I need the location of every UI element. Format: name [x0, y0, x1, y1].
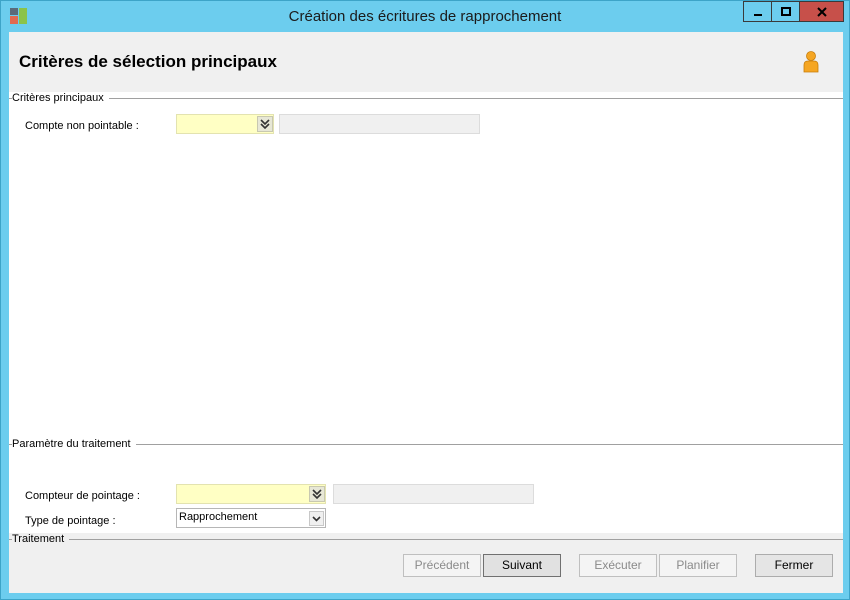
page-title: Critères de sélection principaux [19, 52, 277, 71]
type-select-value: Rapprochement [179, 511, 258, 523]
criteria-group-label: Critères principaux [12, 92, 109, 104]
title-bar[interactable]: Création des écritures de rapprochement [1, 1, 849, 31]
minimize-icon [753, 13, 762, 16]
close-icon [816, 6, 827, 17]
footer-group-divider [9, 539, 843, 540]
minimize-button[interactable] [743, 1, 772, 22]
type-select[interactable]: Rapprochement [176, 508, 326, 528]
compte-label: Compte non pointable : [25, 120, 139, 132]
footer-group-label: Traitement [12, 533, 70, 545]
previous-button[interactable]: Précédent [403, 554, 481, 577]
double-chevron-down-icon [260, 119, 270, 129]
header-panel: Critères de sélection principaux [9, 32, 843, 92]
compteur-input[interactable] [176, 484, 326, 504]
app-window: Création des écritures de rapprochement … [0, 0, 850, 600]
next-button[interactable]: Suivant [483, 554, 561, 577]
compte-lookup-button[interactable] [257, 116, 273, 132]
type-select-arrow[interactable] [309, 511, 324, 526]
schedule-button[interactable]: Planifier [659, 554, 737, 577]
maximize-button[interactable] [771, 1, 800, 22]
compteur-label: Compteur de pointage : [25, 490, 140, 502]
window-title: Création des écritures de rapprochement [288, 8, 562, 25]
params-group-label: Paramètre du traitement [12, 438, 136, 450]
maximize-icon [780, 6, 791, 16]
user-icon[interactable] [802, 51, 820, 73]
footer-panel: Traitement Précédent Suivant Exécuter Pl… [9, 533, 843, 593]
close-button[interactable]: Fermer [755, 554, 833, 577]
close-window-button[interactable] [799, 1, 844, 22]
criteria-group-divider [9, 98, 843, 99]
compte-description-field [279, 114, 480, 134]
double-chevron-down-icon [312, 489, 322, 499]
execute-button[interactable]: Exécuter [579, 554, 657, 577]
compteur-description-field [333, 484, 534, 504]
type-label: Type de pointage : [25, 515, 116, 527]
client-area: Critères de sélection principaux Critère… [9, 32, 843, 593]
compteur-lookup-button[interactable] [309, 486, 325, 502]
chevron-down-icon [312, 515, 321, 522]
